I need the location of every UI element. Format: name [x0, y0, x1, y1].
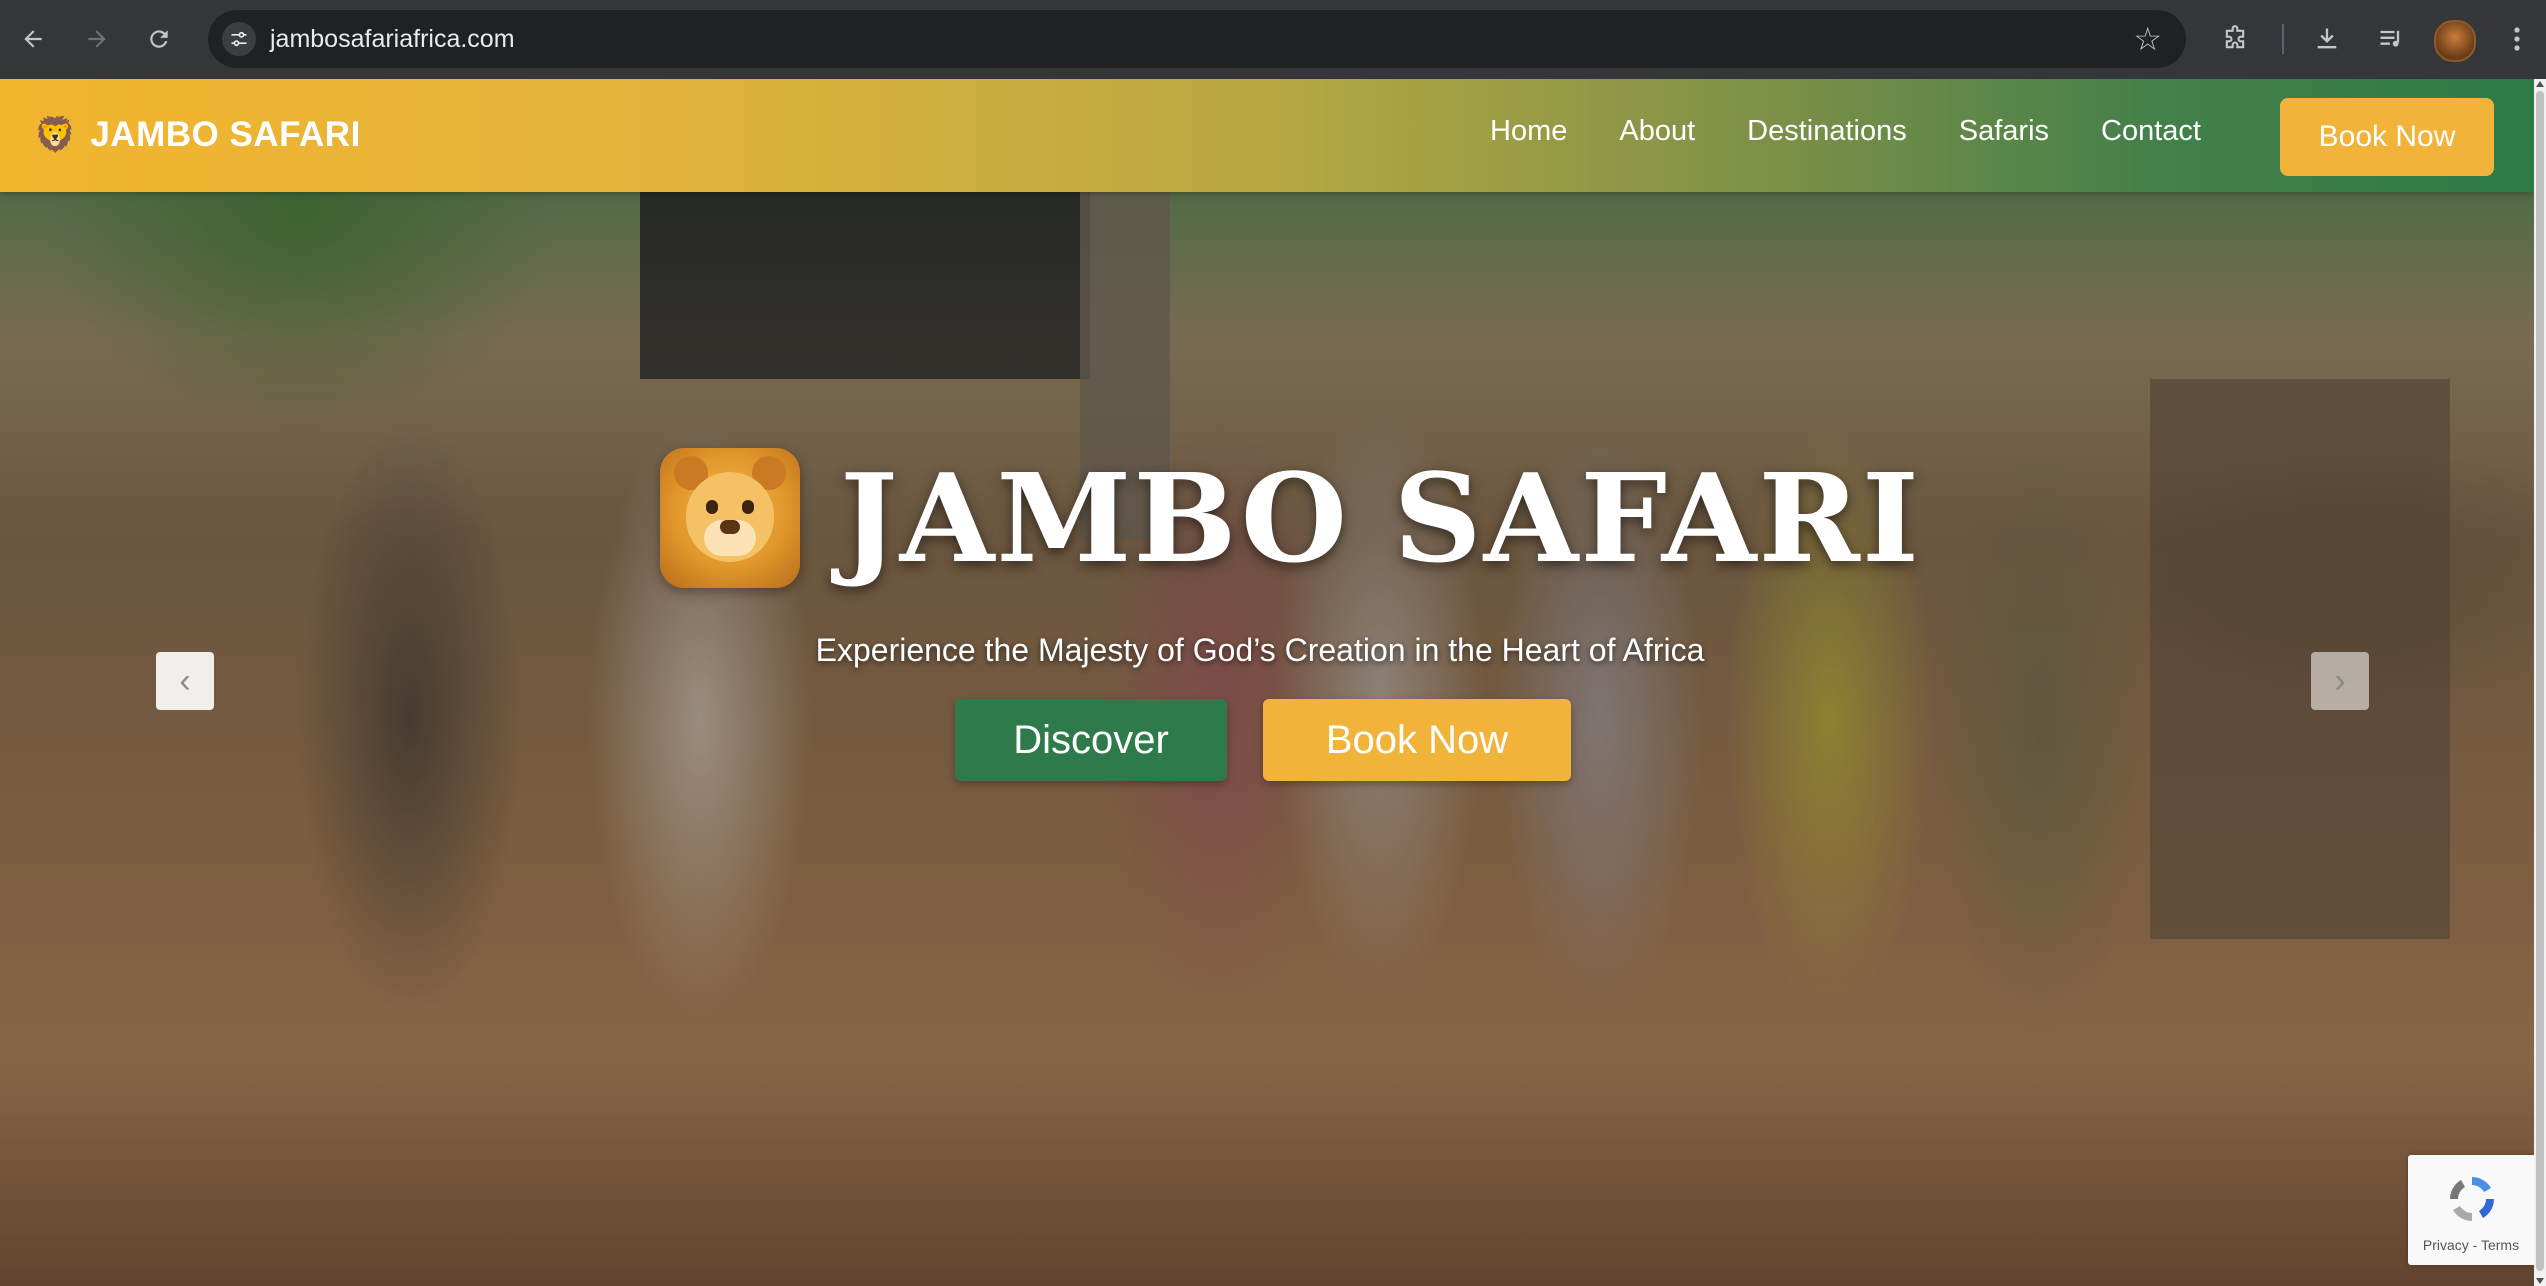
- nav-safaris[interactable]: Safaris: [1959, 115, 2049, 148]
- brand-name: JAMBO SAFARI: [90, 115, 361, 154]
- recaptcha-badge[interactable]: Privacy - Terms: [2408, 1155, 2534, 1265]
- media-queue-icon[interactable]: [2370, 18, 2412, 60]
- reload-icon[interactable]: [138, 18, 180, 60]
- nav-about[interactable]: About: [1619, 115, 1695, 148]
- download-icon[interactable]: [2306, 18, 2348, 60]
- nav-destinations[interactable]: Destinations: [1747, 115, 1907, 148]
- scroll-up-icon[interactable]: [2536, 81, 2544, 87]
- main-nav: Home About Destinations Safaris Contact: [1490, 115, 2201, 148]
- back-icon[interactable]: [12, 18, 54, 60]
- browser-toolbar: jambosafariafrica.com ☆: [0, 0, 2546, 79]
- web-page: JAMBO SAFARI Experience the Majesty of G…: [0, 79, 2546, 1286]
- header-book-now-button[interactable]: Book Now: [2280, 98, 2494, 176]
- site-info-icon[interactable]: [222, 22, 256, 56]
- bookmark-star-icon[interactable]: ☆: [2133, 20, 2162, 58]
- carousel-next-icon[interactable]: ›: [2311, 652, 2369, 710]
- scroll-down-icon[interactable]: [2536, 1278, 2544, 1284]
- site-header: 🦁 JAMBO SAFARI Home About Destinations S…: [0, 79, 2534, 192]
- address-bar[interactable]: jambosafariafrica.com ☆: [208, 10, 2186, 68]
- site-logo[interactable]: 🦁 JAMBO SAFARI: [34, 115, 361, 155]
- recaptcha-icon: [2450, 1177, 2494, 1221]
- nav-contact[interactable]: Contact: [2101, 115, 2201, 148]
- lion-logo-icon: 🦁: [34, 116, 77, 154]
- toolbar-separator: [2282, 24, 2284, 54]
- extensions-icon[interactable]: [2214, 18, 2256, 60]
- url-text[interactable]: jambosafariafrica.com: [270, 25, 515, 54]
- scrollbar-thumb[interactable]: [2536, 91, 2544, 1271]
- carousel-prev-icon[interactable]: ‹: [156, 652, 214, 710]
- forward-icon[interactable]: [76, 18, 118, 60]
- hero-book-now-button[interactable]: Book Now: [1263, 699, 1571, 781]
- profile-avatar[interactable]: [2434, 20, 2476, 62]
- page-scrollbar[interactable]: [2534, 79, 2546, 1286]
- hero-title-text: JAMBO SAFARI: [840, 446, 1921, 590]
- lion-icon: [660, 448, 800, 588]
- discover-button[interactable]: Discover: [955, 699, 1227, 781]
- recaptcha-links[interactable]: Privacy - Terms: [2408, 1237, 2534, 1253]
- nav-home[interactable]: Home: [1490, 115, 1567, 148]
- hero-background-photo: JAMBO SAFARI Experience the Majesty of G…: [0, 79, 2534, 1286]
- hero-title: JAMBO SAFARI: [660, 446, 1921, 590]
- chrome-menu-icon[interactable]: [2496, 18, 2538, 60]
- hero-subtitle: Experience the Majesty of God’s Creation…: [815, 632, 1705, 668]
